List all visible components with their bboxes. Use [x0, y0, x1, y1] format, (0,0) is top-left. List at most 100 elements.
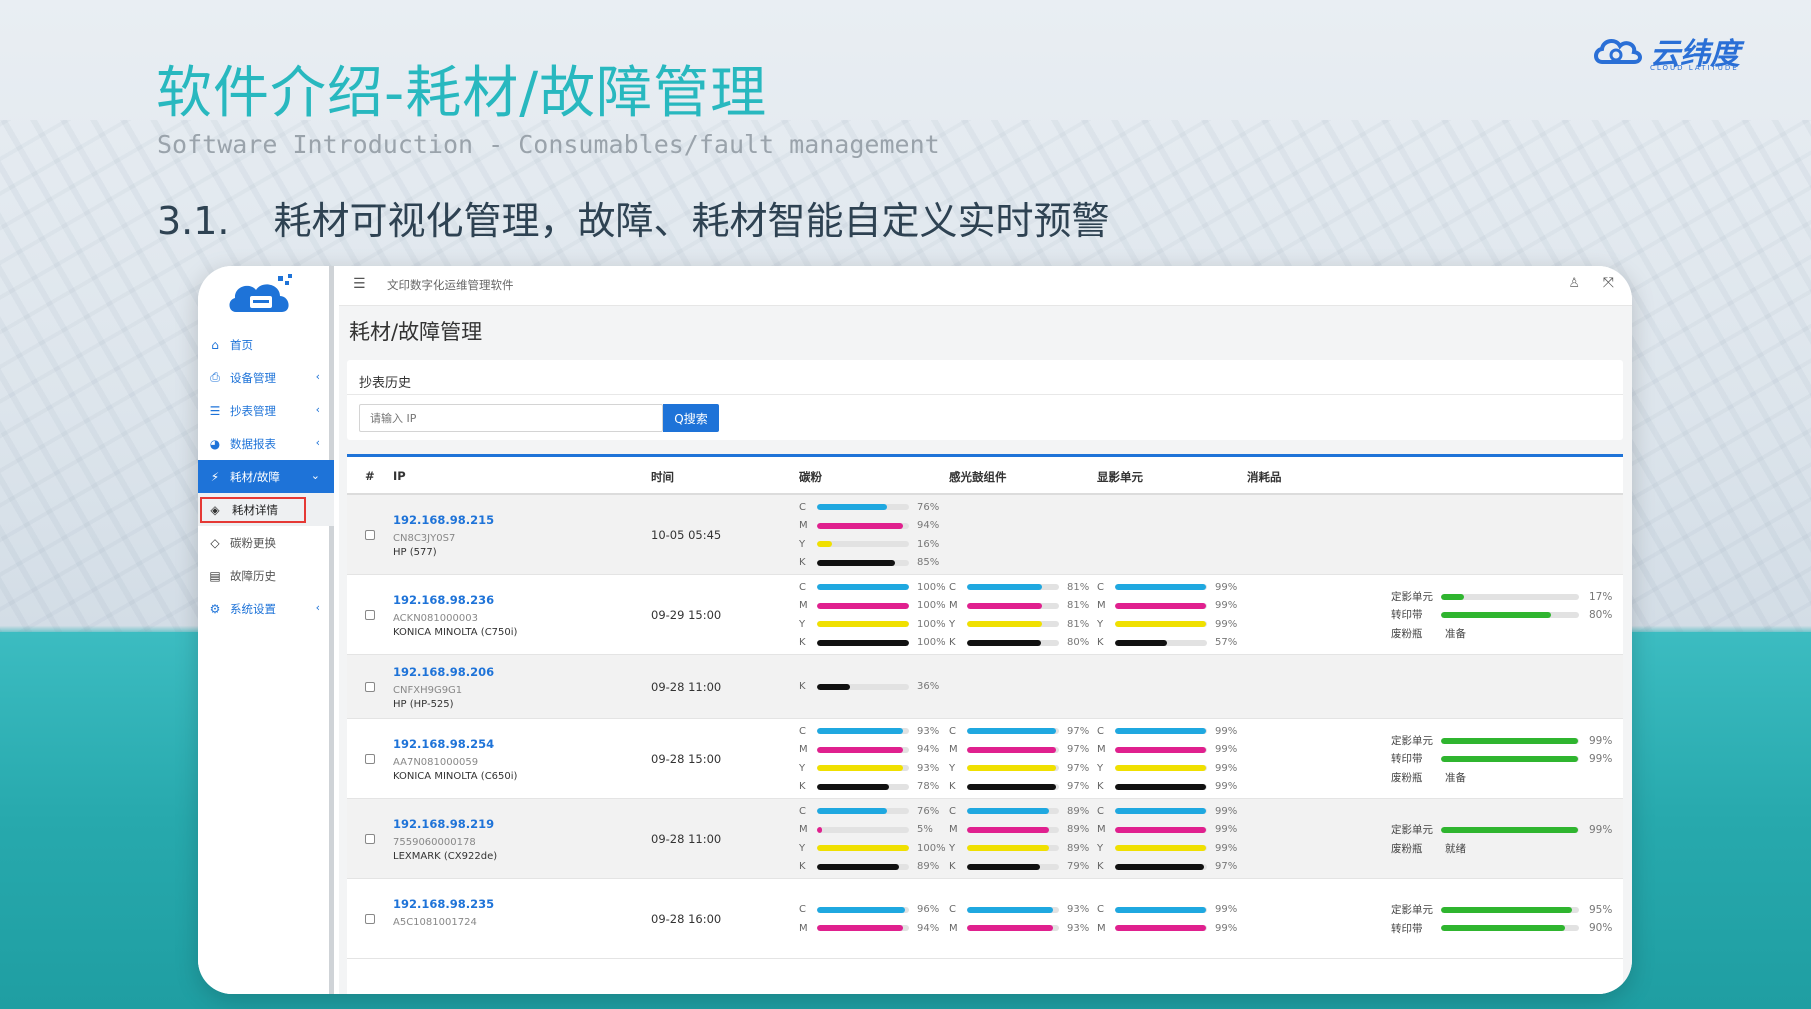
chevron-left-icon: ‹ [315, 436, 320, 449]
row-checkbox[interactable] [365, 914, 375, 924]
channel-label: Y [949, 618, 956, 630]
sidebar-item-4[interactable]: ⚡ 耗材/故障 ⌄ [198, 460, 334, 493]
sidebar-item-2[interactable]: ☰ 抄表管理 ‹ [198, 394, 334, 427]
fullscreen-icon[interactable]: ⤧ [1603, 275, 1614, 291]
level-percent: 99% [1215, 842, 1238, 854]
level-bars: C 97% M 97% Y 97% K 97% [949, 722, 1089, 796]
level-percent: 79% [1067, 861, 1090, 873]
level-fill [967, 826, 1049, 833]
consumable-fill [1441, 906, 1573, 913]
level-bar: K 57% [1097, 633, 1237, 651]
channel-label: C [949, 805, 956, 817]
consumable-fill [1441, 611, 1552, 618]
row-checkbox[interactable] [365, 610, 375, 620]
consumables-list: 定影单元 99% 废粉瓶 就绪 [1391, 821, 1612, 858]
channel-label: C [1097, 581, 1104, 593]
level-percent: 81% [1067, 581, 1090, 593]
level-track [967, 906, 1059, 913]
sidebar-subitem-label: 故障历史 [230, 568, 276, 583]
search-button[interactable]: Q搜索 [663, 404, 719, 432]
level-bar: K 79% [949, 857, 1089, 875]
sidebar-item-label: 系统设置 [230, 601, 276, 616]
channel-label: K [799, 781, 806, 793]
level-percent: 76% [917, 501, 940, 513]
level-bar: C 99% [1097, 901, 1237, 919]
level-percent: 89% [917, 861, 940, 873]
level-bars: C 89% M 89% Y 89% K 79% [949, 802, 1089, 876]
level-track [967, 746, 1059, 753]
sidebar-item-1[interactable]: ⎙ 设备管理 ‹ [198, 361, 334, 394]
level-track [967, 863, 1059, 870]
device-ip-link[interactable]: 192.168.98.206 [393, 665, 494, 679]
level-bar: Y 89% [949, 839, 1089, 857]
sidebar-item-settings[interactable]: ⚙ 系统设置 ‹ [198, 592, 334, 625]
channel-label: M [949, 600, 958, 612]
row-checkbox[interactable] [365, 530, 375, 540]
level-fill [1115, 728, 1207, 735]
device-ip-link[interactable]: 192.168.98.219 [393, 817, 494, 831]
level-fill [967, 728, 1057, 735]
level-bar: Y 81% [949, 615, 1089, 633]
channel-label: M [799, 600, 808, 612]
sidebar-item-0[interactable]: ⌂ 首页 [198, 328, 334, 361]
consumable-item: 废粉瓶 准备 [1391, 768, 1612, 786]
channel-label: M [1097, 922, 1106, 934]
user-icon[interactable]: ♙ [1568, 276, 1580, 291]
device-ip-link[interactable]: 192.168.98.236 [393, 593, 494, 607]
level-track [1115, 925, 1207, 932]
level-fill [967, 639, 1041, 646]
device-ip-link[interactable]: 192.168.98.215 [393, 513, 494, 527]
level-track [1115, 621, 1207, 628]
level-bar: M 100% [799, 597, 946, 615]
level-track [1115, 746, 1207, 753]
level-bar: C 99% [1097, 802, 1237, 820]
consumable-percent: 95% [1589, 903, 1613, 916]
level-bar: M 97% [949, 741, 1089, 759]
level-bar: Y 16% [799, 535, 939, 553]
level-bars: C 76% M 94% Y 16% K 85% [799, 498, 939, 572]
level-fill [817, 504, 887, 511]
level-fill [1115, 602, 1207, 609]
table-row: 192.168.98.215 CN8C3JY0S7 HP (577) 10-05 05… [347, 495, 1623, 575]
device-ip-link[interactable]: 192.168.98.254 [393, 737, 494, 751]
level-track [1115, 639, 1207, 646]
sidebar-nav: ⌂ 首页 ⎙ 设备管理 ‹ ☰ 抄表管理 ‹ ◕ 数据报表 ‹ ⚡ 耗材/故障 ⌄ ◈ 耗材详情 ◇ 碳粉更换 ▤ 故… [198, 328, 334, 625]
level-bar: K 97% [949, 777, 1089, 795]
ip-search-input[interactable] [359, 404, 663, 432]
row-checkbox[interactable] [365, 754, 375, 764]
level-track [817, 746, 909, 753]
level-fill [817, 925, 904, 932]
consumable-name: 废粉瓶 [1391, 842, 1423, 855]
level-fill [817, 765, 903, 772]
heading-text: 耗材可视化管理，故障、耗材智能自定义实时预警 [273, 199, 1110, 243]
sidebar-item-3[interactable]: ◕ 数据报表 ‹ [198, 427, 334, 460]
table-header: # IP 时间 碳粉 感光鼓组件 显影单元 消耗品 [347, 457, 1623, 495]
level-percent: 16% [917, 538, 940, 550]
consumable-track [1441, 755, 1579, 762]
device-model: LEXMARK (CX922de) [393, 851, 498, 862]
heading-number: 3.1. [157, 199, 230, 243]
device-ip-link[interactable]: 192.168.98.235 [393, 897, 494, 911]
sidebar-subitem-1[interactable]: ◇ 碳粉更换 [198, 526, 334, 559]
consumable-item: 定影单元 99% [1391, 821, 1612, 839]
channel-label: C [949, 904, 956, 916]
sidebar-subitem-2[interactable]: ▤ 故障历史 [198, 559, 334, 592]
level-bars: C 93% M 94% Y 93% K 78% [799, 722, 939, 796]
consumable-track [1441, 906, 1579, 913]
slide-subtitle: Software Introduction - Consumables/faul… [157, 130, 940, 159]
level-fill [967, 746, 1057, 753]
level-track [1115, 765, 1207, 772]
level-bar: C 100% [799, 578, 946, 596]
channel-label: M [799, 520, 808, 532]
level-track [817, 584, 909, 591]
level-percent: 5% [917, 824, 933, 836]
row-checkbox[interactable] [365, 682, 375, 692]
level-track [817, 559, 909, 566]
level-bar: M 99% [1097, 821, 1237, 839]
sidebar-subitem-0[interactable]: ◈ 耗材详情 [198, 493, 334, 526]
hamburger-icon[interactable]: ☰ [353, 276, 366, 292]
consumable-name: 转印带 [1391, 753, 1423, 766]
row-checkbox[interactable] [365, 834, 375, 844]
level-fill [817, 559, 896, 566]
level-bar: K 36% [799, 678, 939, 696]
